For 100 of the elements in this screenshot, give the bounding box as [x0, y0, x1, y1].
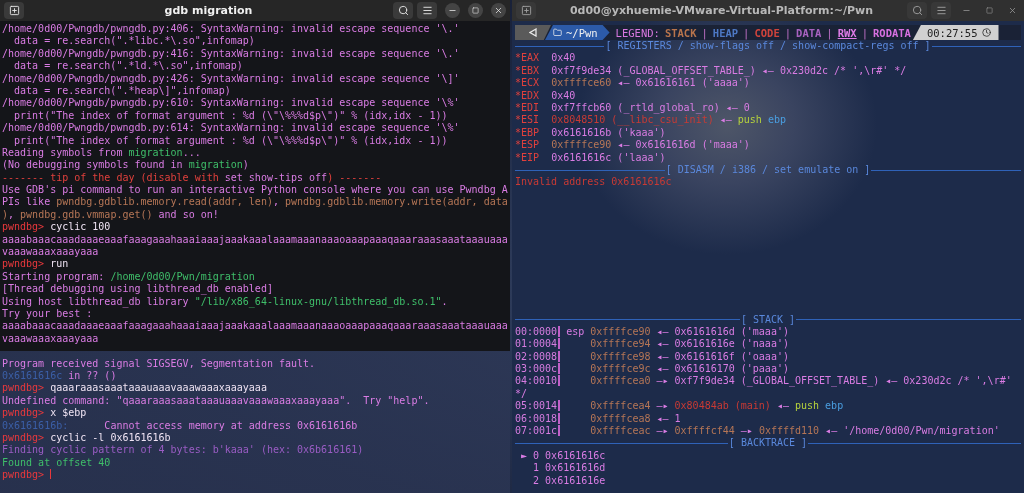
terminal-line: 2 0x6161616e: [532, 474, 607, 487]
terminal-line: */: [515, 387, 529, 401]
menu-button[interactable]: [417, 2, 437, 19]
terminal-line: pwndbg> x $ebp: [2, 407, 88, 420]
terminal-line: PIs like pwndbg.gdblib.memory.read(addr, len), pwndbg.gdblib.memory.write(addr, data: [2, 196, 508, 209]
terminal-line: data = re.search(".*heap\]",infomap): [13, 84, 232, 98]
terminal-line: 1 0x6161616d: [532, 462, 607, 475]
folder-icon: [553, 28, 562, 37]
terminal-line: aaaabaaacaaadaaaeaaafaaagaaahaaaiaaajaaakaaalaaamaaanaaaoaaapaaaqaaaraaasaaataaauaaa: [2, 320, 508, 333]
terminal-line: *ESP 0xffffce90 ◂— 0x6161616d ('maaa'): [515, 139, 751, 152]
terminal-line: 00:0000 esp 0xffffce90 ◂— 0x6161616d ('maaa'): [515, 325, 790, 339]
terminal-line: print("The index of format argument : %d (\"\%%%d$p\")" % (idx,idx - 1)): [13, 109, 449, 123]
terminal-line: print("The index of format argument : %d (\"\%%%d$p\")" % (idx,idx - 1)): [13, 134, 449, 147]
window-title: 0d00@yxhuemie-VMware-Virtual-Platform:~/Pwn: [568, 4, 875, 17]
search-button[interactable]: [393, 2, 413, 19]
legend-item: CODE: [754, 26, 780, 39]
legend-item: RWX: [837, 26, 857, 39]
terminal-line: /home/0d00/Pwngdb/pwngdb.py:614: SyntaxWarning: invalid escape sequence '\%': [2, 122, 461, 135]
new-tab-icon: [520, 5, 532, 16]
search-button[interactable]: [907, 2, 927, 19]
terminal-line: Found at offset 40: [2, 456, 112, 470]
new-tab-icon: [8, 5, 20, 16]
terminal-line: pwndbg> cyclic 100: [2, 221, 112, 234]
terminal-line: 06:0018 0xffffcea8 ◂— 1: [515, 412, 682, 426]
maximize-icon: [986, 7, 993, 14]
legend-separator: |: [784, 26, 792, 39]
terminal-line: /home/0d00/Pwngdb/pwngdb.py:426: SyntaxWarning: invalid escape sequence '\]': [2, 72, 461, 85]
terminal-line: Invalid address 0x6161616c: [515, 176, 673, 189]
terminal-line: *EDI 0xf7ffcb60 (_rtld_global_ro) ◂— 0: [515, 101, 751, 115]
new-tab-button[interactable]: [516, 2, 536, 19]
close-icon: [494, 6, 503, 15]
section-title: [ REGISTERS / show-flags off / show-compact-regs off ]: [604, 40, 932, 53]
terminal-line: Starting program: /home/0d00/Pwn/migration: [2, 270, 256, 284]
menu-button[interactable]: [931, 2, 951, 19]
terminal-line: *EBX 0xf7f9de34 (_GLOBAL_OFFSET_TABLE_) ◂— 0x230d2c /* ',\r#' */: [515, 64, 908, 78]
path-segment: ~/Pwn: [545, 25, 610, 40]
terminal-line: Use GDB's pi command to run an interactive Python console where you can use Pwndbg A: [2, 184, 508, 197]
caret-icon: [529, 28, 537, 37]
terminal-line: (No debugging symbols found in migration): [2, 159, 250, 172]
legend-item: HEAP: [712, 26, 739, 39]
terminal-line: vaaawaaaxaaayaaa: [2, 332, 100, 346]
terminal-line: *ESI 0x8048510 (__libc_csu_init) ◂— push ebp: [515, 114, 787, 127]
terminal-line: Finding cyclic pattern of 4 bytes: b'kaaa' (hex: 0x6b616161): [2, 444, 365, 457]
close-button[interactable]: [491, 3, 506, 18]
terminal-line: vaaawaaaxaaayaaa: [2, 246, 100, 259]
terminal-line: *ECX 0xffffce60 ◂— 0x61616161 ('aaaa'): [515, 77, 751, 90]
legend-separator: |: [743, 26, 750, 39]
terminal-line: Using host libthread_db library "/lib/x86_64-linux-gnu/libthread_db.so.1".: [2, 295, 449, 308]
terminal-line: /home/0d00/Pwngdb/pwngdb.py:416: SyntaxWarning: invalid escape sequence '\.': [2, 47, 461, 61]
terminal-line: 0x6161616c in ?? (): [2, 369, 118, 383]
clock-icon: [981, 28, 991, 37]
legend-separator: |: [861, 26, 868, 39]
maximize-icon: [472, 7, 479, 14]
terminal-line: /home/0d00/Pwngdb/pwngdb.py:406: SyntaxWarning: invalid escape sequence '\.': [2, 23, 461, 36]
terminal-line: 02:0008 0xffffce98 ◂— 0x6161616f ('oaaa'): [515, 350, 790, 364]
terminal-line: pwndbg> qaaaraaasaaataaauaaavaaawaaaxaaayaaa: [2, 382, 268, 395]
terminal-line: pwndbg>: [2, 469, 508, 482]
search-icon: [397, 5, 409, 16]
terminal-line: /home/0d00/Pwngdb/pwngdb.py:610: SyntaxWarning: invalid escape sequence '\%': [2, 97, 461, 110]
terminal-line: *EAX 0x40: [515, 52, 577, 65]
terminal-line: ------- tip of the day (disable with set show-tips off) -------: [2, 171, 383, 185]
terminal-line: 0x6161616b: Cannot access memory at address 0x6161616b: [2, 419, 359, 432]
terminal-line: 07:001c 0xffffceac —▸ 0xffffcf44 —▸ 0xffffd110 ◂— '/home/0d00/Pwn/migration': [515, 425, 1001, 438]
minimize-button[interactable]: [445, 3, 460, 18]
new-tab-button[interactable]: [4, 2, 24, 19]
terminal-line: ), pwndbg.gdb.vmmap.get() and so on!: [2, 208, 220, 222]
terminal-line: 01:0004 0xffffce94 ◂— 0x6161616e ('naaa'): [515, 338, 790, 351]
terminal-line: ► 0 0x6161616c: [520, 449, 607, 463]
terminal-line: 04:0010 0xffffcea0 —▸ 0xf7f9de34 (_GLOBAL_OFFSET_TABLE_) ◂— 0x230d2c /* ',\r#': [515, 375, 1013, 388]
terminal-line: Undefined command: "qaaaraaasaaataaauaaavaaawaaaxaaayaaa". Try "help".: [2, 394, 431, 408]
clock-segment: 00:27:55: [912, 25, 999, 40]
terminal-line: data = re.search(".*libc.*\.so",infomap): [13, 35, 256, 48]
close-icon: [1008, 6, 1017, 15]
section-title: [ STACK ]: [739, 313, 797, 326]
terminal-line: aaaabaaacaaadaaaeaaafaaagaaahaaaiaaajaaakaaalaaamaaanaaaoaaapaaaqaaaraaasaaataaauaaa: [2, 233, 508, 247]
legend-label: LEGEND:: [615, 26, 660, 39]
window-title: gdb migration: [163, 4, 254, 17]
terminal-line: 05:0014 0xffffcea4 —▸ 0x80484ab (main) ◂— push ebp: [515, 400, 845, 413]
terminal-line: 03:000c 0xffffce9c ◂— 0x61616170 ('paaa'): [515, 363, 790, 376]
terminal-line: [Thread debugging using libthread_db enabled]: [2, 283, 274, 296]
terminal-line: *EBP 0x6161616b ('kaaa'): [515, 126, 667, 140]
terminal-line: pwndbg> run: [2, 258, 70, 271]
legend-separator: |: [701, 26, 708, 39]
section-title: [ BACKTRACE ]: [727, 437, 809, 450]
search-icon: [911, 5, 923, 16]
menu-icon: [421, 5, 433, 16]
terminal-line: pwndbg> cyclic -l 0x6161616b: [2, 431, 172, 445]
terminal-line: *EDX 0x40: [515, 89, 577, 102]
legend-separator: |: [826, 26, 833, 39]
legend-item: STACK: [664, 26, 697, 39]
menu-icon: [935, 5, 947, 16]
terminal-line: Reading symbols from migration...: [2, 146, 202, 160]
maximize-button[interactable]: [468, 3, 483, 18]
section-title: [ DISASM / i386 / set emulate on ]: [664, 163, 872, 177]
terminal-line: *EIP 0x6161616c ('laaa'): [515, 151, 667, 164]
legend-item: DATA: [796, 26, 822, 39]
legend-item: RODATA: [873, 26, 911, 39]
terminal-line: data = re.search(".*ld.*\.so",infomap): [13, 60, 244, 73]
terminal-line: Program received signal SIGSEGV, Segmentation fault.: [2, 357, 317, 370]
terminal-line: Try your best :: [2, 308, 94, 321]
